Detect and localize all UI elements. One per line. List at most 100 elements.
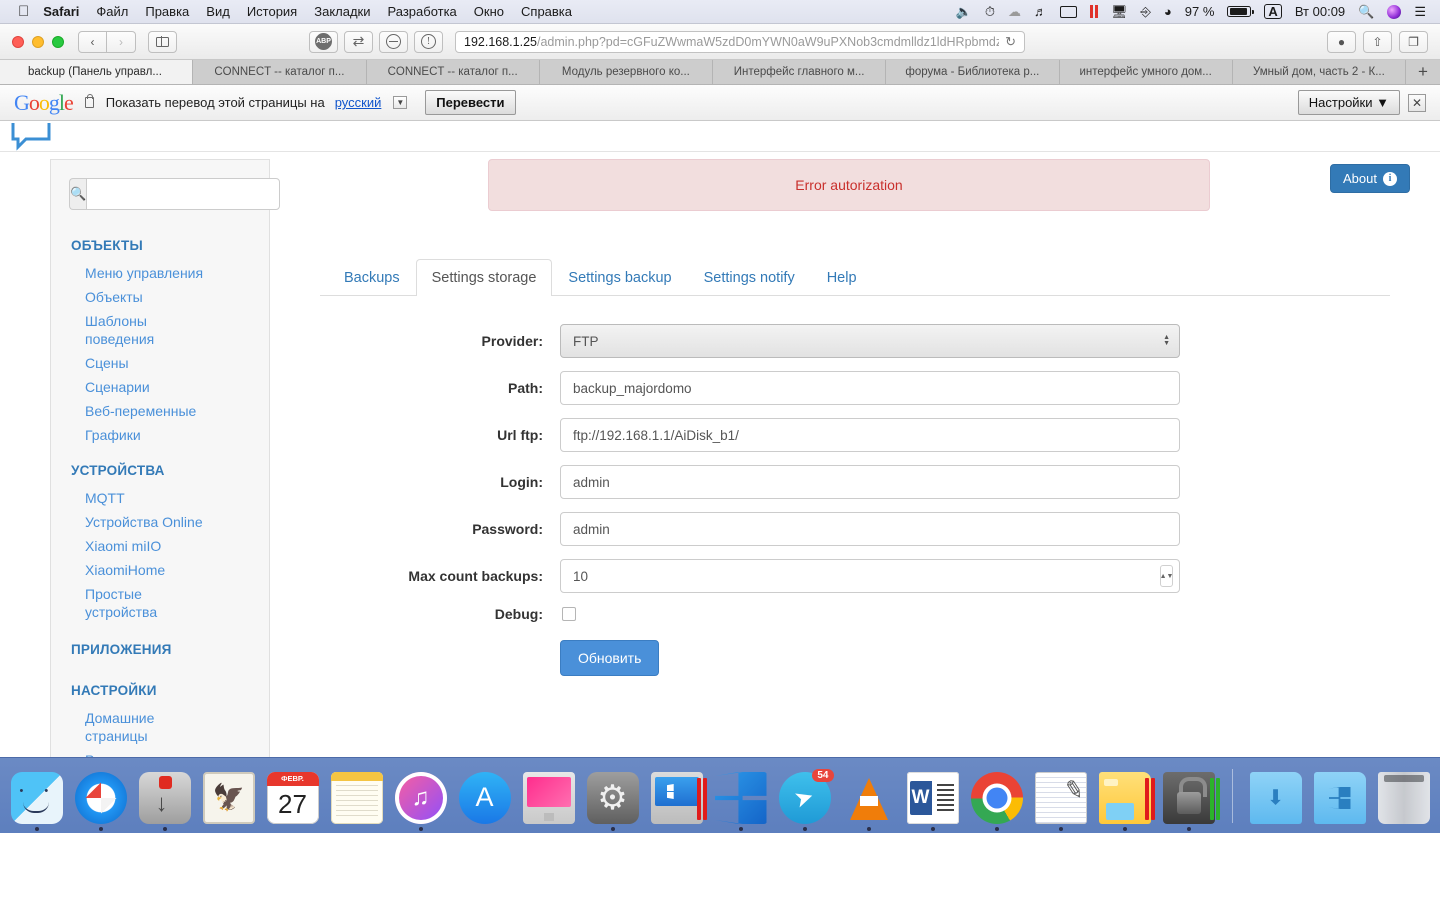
tab-help[interactable]: Help: [811, 259, 873, 296]
dock-item-microsoft-word[interactable]: [904, 772, 962, 831]
sidebar-item-scenes[interactable]: Сцены: [51, 351, 269, 375]
sidebar-item-web-variables[interactable]: Веб-переменные: [51, 399, 269, 423]
airplay-icon[interactable]: ♬: [1034, 5, 1047, 18]
dock-item-vlc[interactable]: [840, 772, 898, 831]
tab-settings-storage[interactable]: Settings storage: [416, 259, 553, 296]
dock-item-google-chrome[interactable]: [968, 772, 1026, 831]
tab-settings-backup[interactable]: Settings backup: [552, 259, 687, 296]
wifi-icon[interactable]: ◕: [1164, 5, 1172, 18]
menu-item-develop[interactable]: Разработка: [388, 4, 457, 19]
dock-item-itunes[interactable]: [392, 772, 450, 831]
sidebar-item-xiaomi-home[interactable]: XiaomiHome: [51, 558, 269, 582]
browser-tab[interactable]: CONNECT -- каталог п...: [367, 60, 540, 84]
downloads-button[interactable]: ●: [1327, 31, 1356, 53]
sidebar-item-behavior-templates[interactable]: Шаблоны поведения: [51, 309, 269, 351]
sidebar-item-home-pages[interactable]: Домашние страницы: [51, 706, 269, 748]
browser-tab[interactable]: интерфейс умного дом...: [1060, 60, 1233, 84]
pause-bars-icon[interactable]: [1090, 5, 1098, 18]
dock-item-app-store[interactable]: [456, 772, 514, 831]
translate-settings-button[interactable]: Настройки ▼: [1298, 90, 1400, 115]
dock-item-windows-folder[interactable]: [1311, 772, 1369, 831]
dock-item-transmission[interactable]: [136, 772, 194, 831]
sidebar-toggle-button[interactable]: [148, 31, 177, 53]
debug-checkbox[interactable]: [562, 607, 576, 621]
browser-tab[interactable]: CONNECT -- каталог п...: [193, 60, 366, 84]
translate-button[interactable]: Перевести: [425, 90, 515, 115]
close-icon[interactable]: ✕: [1408, 94, 1426, 112]
search-icon[interactable]: 🔍: [1358, 5, 1374, 18]
menu-item-safari[interactable]: Safari: [43, 4, 79, 19]
about-button[interactable]: About i: [1330, 164, 1410, 193]
menu-item-window[interactable]: Окно: [474, 4, 504, 19]
path-input[interactable]: [560, 371, 1180, 405]
dock-item-downloads-folder[interactable]: [1247, 772, 1305, 831]
dock-item-calendar[interactable]: ФЕВР. 27: [264, 772, 322, 831]
maximize-window-button[interactable]: [52, 36, 64, 48]
list-icon[interactable]: ☰: [1414, 5, 1426, 18]
dock-item-remote-desktop[interactable]: [648, 772, 706, 831]
page-info-button[interactable]: !: [414, 31, 443, 53]
reload-icon[interactable]: ↻: [999, 34, 1016, 50]
dock-item-finder[interactable]: [8, 772, 66, 831]
tab-settings-notify[interactable]: Settings notify: [688, 259, 811, 296]
dock-item-notes[interactable]: [328, 772, 386, 831]
adblock-plus-button[interactable]: ABP: [309, 31, 338, 53]
browser-tab[interactable]: Модуль резервного ко...: [540, 60, 713, 84]
menubar-clock[interactable]: Вт 00:09: [1295, 5, 1345, 18]
browser-tab[interactable]: Интерфейс главного м...: [713, 60, 886, 84]
sidebar-item-control-menu[interactable]: Меню управления: [51, 261, 269, 285]
close-window-button[interactable]: [12, 36, 24, 48]
menu-item-history[interactable]: История: [247, 4, 297, 19]
max-count-backups-input[interactable]: [560, 559, 1180, 593]
screen-share-icon[interactable]: 🖥: [1111, 5, 1128, 18]
ghostery-button[interactable]: ⇄: [344, 31, 373, 53]
battery-icon[interactable]: [1227, 6, 1251, 17]
dock-item-system-preferences[interactable]: [584, 772, 642, 831]
browser-tab[interactable]: Умный дом, часть 2 - К...: [1233, 60, 1406, 84]
siri-icon[interactable]: [1387, 5, 1401, 19]
time-machine-icon[interactable]: ⏱: [985, 5, 995, 18]
dock-item-imac-screen-sharing[interactable]: [520, 772, 578, 831]
sidebar-item-objects[interactable]: Объекты: [51, 285, 269, 309]
sidebar-item-charts[interactable]: Графики: [51, 423, 269, 447]
browser-tab[interactable]: backup (Панель управл...: [0, 60, 193, 84]
menu-item-edit[interactable]: Правка: [145, 4, 189, 19]
dock-item-windows-app[interactable]: [712, 772, 770, 831]
share-button[interactable]: ⇧: [1363, 31, 1392, 53]
bluetooth-icon[interactable]: ⎆: [1141, 5, 1151, 18]
sidebar-item-xiaomi-miio[interactable]: Xiaomi miIO: [51, 534, 269, 558]
menu-item-view[interactable]: Вид: [206, 4, 230, 19]
dock-item-safari[interactable]: [72, 772, 130, 831]
search-input[interactable]: [86, 178, 280, 210]
sidebar-item-scenarios[interactable]: Сценарии: [51, 375, 269, 399]
password-input[interactable]: [560, 512, 1180, 546]
browser-tab[interactable]: форума - Библиотека р...: [886, 60, 1059, 84]
dock-item-textedit[interactable]: [1032, 772, 1090, 831]
menu-item-file[interactable]: Файл: [96, 4, 128, 19]
new-tab-button[interactable]: +: [1406, 60, 1440, 84]
menu-item-bookmarks[interactable]: Закладки: [314, 4, 370, 19]
translate-language-link[interactable]: русский: [335, 95, 382, 110]
sidebar-item-devices-online[interactable]: Устройства Online: [51, 510, 269, 534]
minimize-window-button[interactable]: [32, 36, 44, 48]
address-bar[interactable]: 192.168.1.25 /admin.php?pd=cGFuZWwmaW5zd…: [455, 31, 1025, 53]
reader-mode-button[interactable]: [379, 31, 408, 53]
dock-item-mail[interactable]: [200, 772, 258, 831]
microphone-icon[interactable]: 🔈: [956, 5, 972, 18]
input-source-indicator[interactable]: A: [1264, 4, 1281, 19]
sidebar-item-simple-devices[interactable]: Простые устройства: [51, 582, 269, 624]
dock-item-telegram[interactable]: 54: [776, 772, 834, 831]
update-button[interactable]: Обновить: [560, 640, 659, 676]
login-input[interactable]: [560, 465, 1180, 499]
dock-item-trash[interactable]: [1375, 772, 1433, 831]
url-ftp-input[interactable]: [560, 418, 1180, 452]
search-icon[interactable]: 🔍: [69, 178, 86, 210]
provider-select[interactable]: FTP: [560, 324, 1180, 358]
back-button[interactable]: ‹: [78, 31, 107, 53]
sidebar-item-mqtt[interactable]: MQTT: [51, 486, 269, 510]
dock-item-keychain-lock[interactable]: [1160, 772, 1218, 831]
apple-menu-icon[interactable]: : [18, 4, 29, 19]
tab-overview-button[interactable]: ❐: [1399, 31, 1428, 53]
number-stepper-icon[interactable]: ▲▼: [1160, 565, 1173, 587]
tab-backups[interactable]: Backups: [328, 259, 416, 296]
